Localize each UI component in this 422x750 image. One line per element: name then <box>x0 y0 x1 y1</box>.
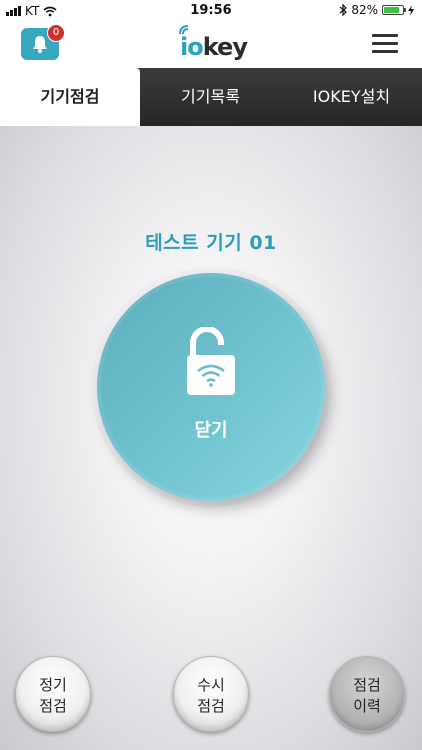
button-label-line2: 이력 <box>353 697 381 715</box>
hamburger-menu-button[interactable] <box>372 32 400 56</box>
bluetooth-icon <box>339 4 348 16</box>
unlocked-padlock-wifi-icon <box>187 327 235 395</box>
ad-hoc-inspection-button[interactable]: 수시 점검 <box>173 656 249 732</box>
button-label-line1: 정기 <box>39 676 67 694</box>
logo-key: key <box>202 33 248 61</box>
lock-toggle-button[interactable]: 닫기 <box>97 273 325 501</box>
notification-badge: 0 <box>47 24 65 42</box>
charging-icon <box>408 4 414 16</box>
battery-icon <box>382 5 406 15</box>
tab-device-inspection[interactable]: 기기점검 <box>0 68 140 126</box>
tab-bar: 기기점검 기기목록 IOKEY설치 <box>0 68 422 126</box>
status-bar: KT 19:56 82% <box>0 0 422 22</box>
regular-inspection-button[interactable]: 정기 점검 <box>15 656 91 732</box>
menu-line-icon <box>372 50 398 53</box>
menu-line-icon <box>372 34 398 37</box>
button-label-line1: 수시 <box>197 676 225 694</box>
menu-line-icon <box>372 42 398 45</box>
lock-button-label: 닫기 <box>194 420 228 441</box>
battery-fill <box>384 7 399 13</box>
tab-device-list[interactable]: 기기목록 <box>140 68 281 126</box>
battery-percent: 82% <box>351 3 378 17</box>
iokey-logo: iokey <box>176 24 248 64</box>
status-right: 82% <box>339 3 414 17</box>
inspection-history-button[interactable]: 점검 이력 <box>329 656 405 732</box>
logo-io: io <box>180 33 204 61</box>
main-panel: 테스트 기기 01 닫기 정기 점검 수시 점검 점검 이력 <box>0 126 422 750</box>
notification-button[interactable]: 0 <box>21 24 65 60</box>
button-label-line2: 점검 <box>39 697 67 715</box>
logo-text: iokey <box>180 33 248 61</box>
button-label-line1: 점검 <box>353 676 381 694</box>
device-name: 테스트 기기 01 <box>145 232 277 254</box>
app-header: 0 iokey <box>0 22 422 68</box>
button-label-line2: 점검 <box>197 697 225 715</box>
tab-iokey-install[interactable]: IOKEY설치 <box>281 68 422 126</box>
